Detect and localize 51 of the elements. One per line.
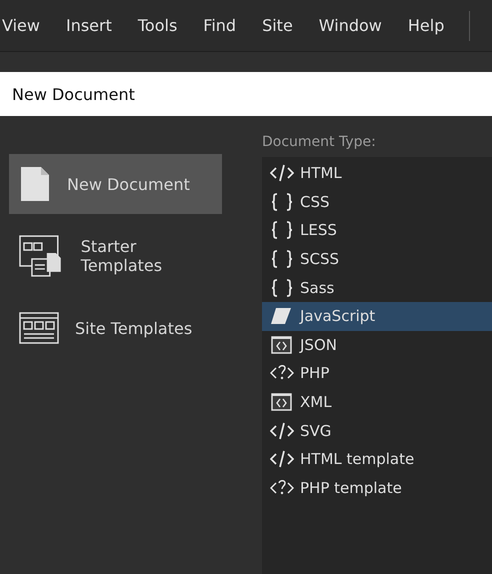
section-heading: Document Type: [262,134,377,152]
document-type-label: SCSS [300,250,340,268]
document-type-label: JSON [300,336,337,354]
code-tag-icon [270,164,294,182]
category-label: New Document [67,174,190,194]
category-label: Site Templates [75,318,192,338]
document-type-label: SVG [300,422,332,440]
document-type-item[interactable]: LESS [262,216,492,245]
code-file-icon [270,393,294,412]
document-type-item[interactable]: SVG [262,416,492,445]
document-type-item[interactable]: CSS [262,188,492,216]
document-type-label: PHP template [300,478,402,497]
document-type-item[interactable]: PHP template [262,474,492,502]
braces-icon [270,221,294,240]
document-type-item[interactable]: XML [262,388,492,416]
document-type-item[interactable]: JavaScript [262,302,492,331]
document-type-item[interactable]: JSON [262,330,492,360]
website-icon [19,312,59,344]
php-tag-icon [270,478,294,497]
braces-icon [270,250,294,268]
category-item[interactable]: Starter Templates [9,226,222,286]
menu-item[interactable]: Insert [66,16,125,35]
document-type-label: PHP [300,364,330,382]
menu-item[interactable]: View [0,16,53,35]
document-type-label: XML [300,393,332,412]
document-type-label: HTML template [300,450,414,468]
document-type-label: LESS [300,221,337,240]
document-type-item[interactable]: HTML [262,159,492,188]
menu-item[interactable]: Help [408,16,458,35]
menu-item[interactable]: Tools [138,16,190,35]
document-type-item[interactable]: PHP [262,359,492,388]
document-type-item[interactable]: SCSS [262,244,492,274]
braces-icon [270,192,294,211]
document-type-item[interactable]: Sass [262,273,492,302]
document-type-label: CSS [300,192,330,211]
code-tag-icon [270,422,294,440]
category-item[interactable]: New Document [9,154,222,214]
document-type-label: HTML [300,164,342,182]
document-type-item[interactable]: HTML template [262,444,492,474]
code-tag-icon [270,450,294,468]
braces-icon [270,278,294,297]
document-icon [19,165,51,203]
category-item[interactable]: Site Templates [9,298,222,358]
menu-item[interactable]: Window [318,16,395,35]
document-type-label: JavaScript [300,307,376,326]
code-file-icon [270,336,294,354]
menu-item[interactable]: Find [203,16,250,35]
category-label: Starter Templates [80,237,164,275]
menu-item[interactable]: Site [262,16,306,35]
title-field[interactable]: New Document [0,72,492,116]
document-type-label: Sass [300,278,334,297]
